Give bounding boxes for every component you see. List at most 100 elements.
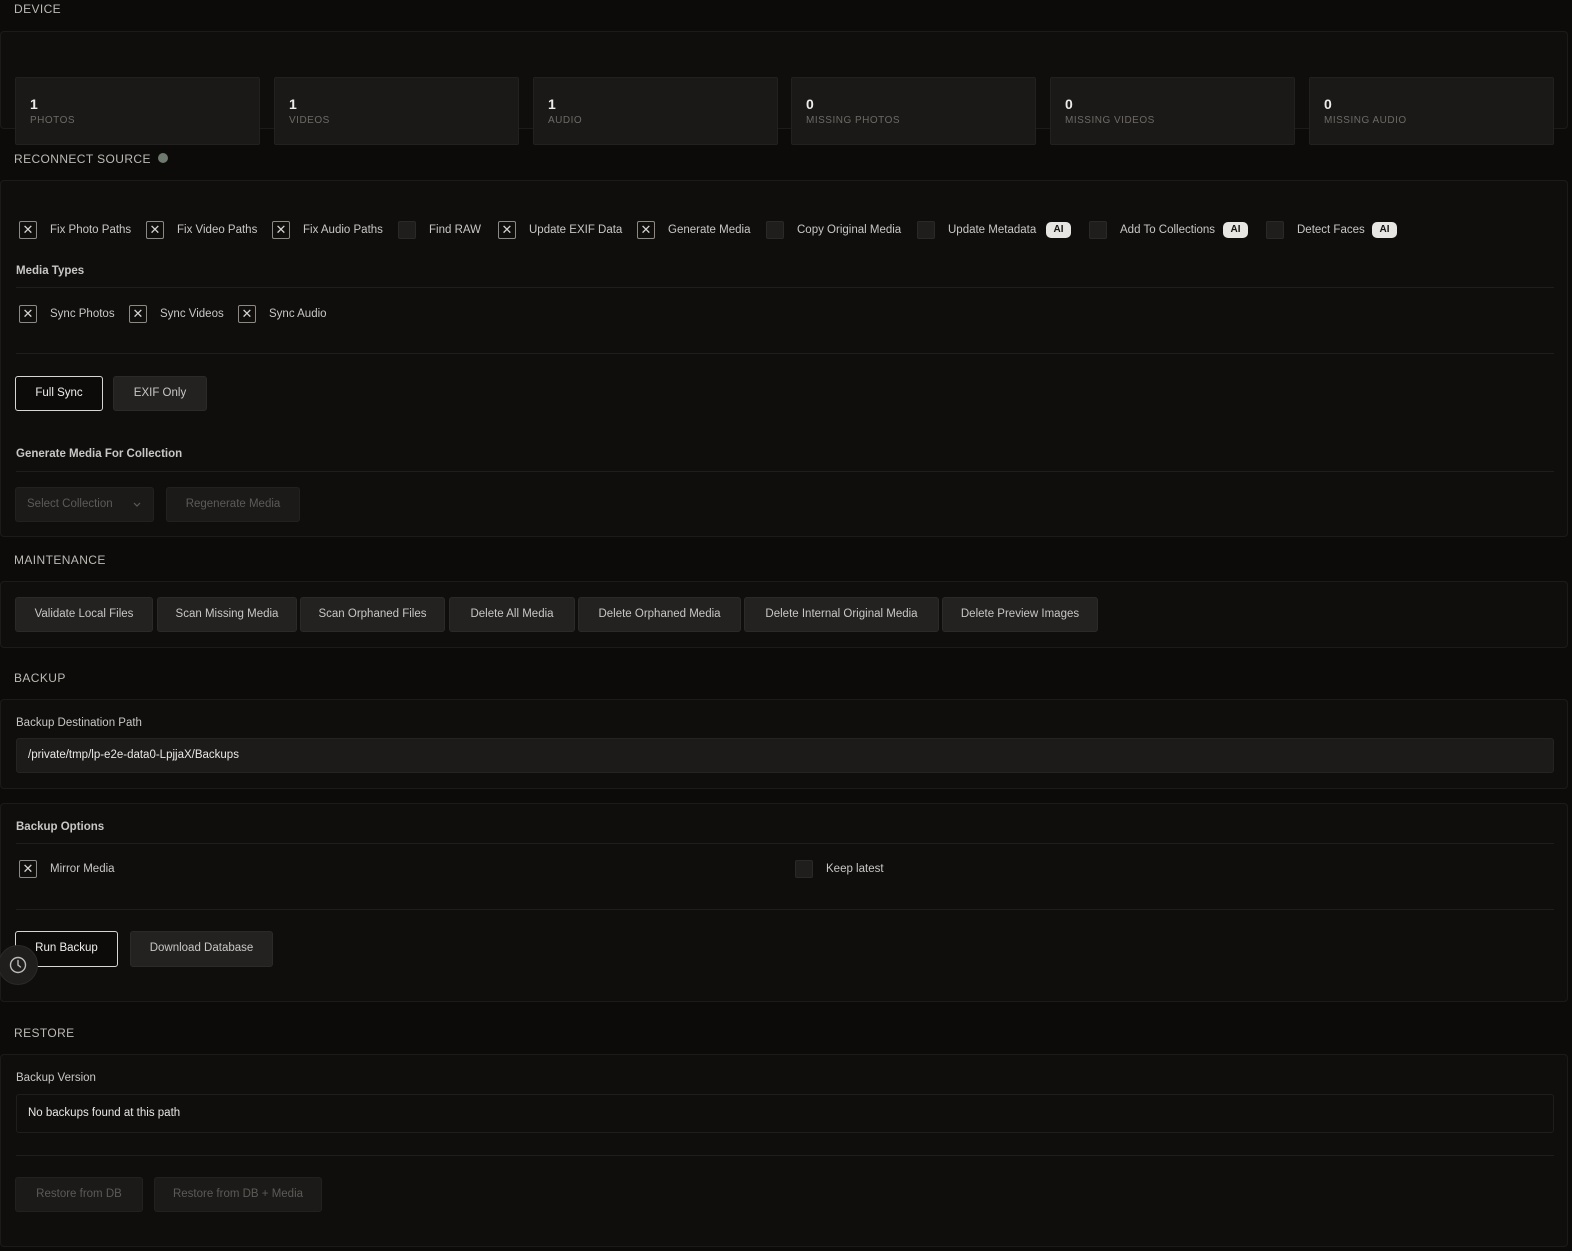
restore-panel: Backup Version No backups found at this … xyxy=(0,1054,1568,1247)
delete-internal-original-media-button[interactable]: Delete Internal Original Media xyxy=(744,597,939,632)
stat-value: 0 xyxy=(806,96,814,112)
mirror-media-checkbox[interactable]: ✕ xyxy=(19,860,37,878)
stat-value: 1 xyxy=(30,96,38,112)
keep-latest-checkbox[interactable] xyxy=(795,860,813,878)
restore-section-title: RESTORE xyxy=(14,1026,75,1040)
backup-version-select[interactable]: No backups found at this path xyxy=(16,1094,1554,1133)
backup-destination-label: Backup Destination Path xyxy=(16,717,142,729)
fix-audio-paths-label: Fix Audio Paths xyxy=(303,224,383,236)
stat-label: VIDEOS xyxy=(289,115,330,126)
status-dot-icon xyxy=(158,153,168,163)
mirror-media-label: Mirror Media xyxy=(50,863,115,875)
copy-original-media-label: Copy Original Media xyxy=(797,224,902,236)
x-mark-icon: ✕ xyxy=(22,222,34,237)
update-metadata-label: Update Metadata xyxy=(948,224,1037,236)
chevron-down-icon xyxy=(133,502,141,507)
download-database-button[interactable]: Download Database xyxy=(130,931,273,967)
fix-audio-paths-checkbox[interactable]: ✕ xyxy=(272,221,290,239)
keep-latest-label: Keep latest xyxy=(826,863,884,875)
stat-value: 0 xyxy=(1065,96,1073,112)
x-mark-icon: ✕ xyxy=(22,861,34,876)
divider xyxy=(16,1155,1554,1156)
update-exif-checkbox[interactable]: ✕ xyxy=(498,221,516,239)
sync-photos-checkbox[interactable]: ✕ xyxy=(19,305,37,323)
exif-only-button[interactable]: EXIF Only xyxy=(113,376,207,411)
detect-faces-checkbox[interactable] xyxy=(1266,221,1284,239)
device-section-title: DEVICE xyxy=(14,2,62,16)
stat-value: 0 xyxy=(1324,96,1332,112)
generate-media-title: Generate Media For Collection xyxy=(16,448,183,460)
detect-faces-label: Detect Faces xyxy=(1297,224,1365,236)
select-collection-placeholder: Select Collection xyxy=(27,498,113,510)
reconnect-section-title: RECONNECT SOURCE xyxy=(14,152,151,166)
ai-badge: AI xyxy=(1372,222,1397,238)
divider xyxy=(16,287,1554,288)
stat-audio: 1 AUDIO xyxy=(533,77,778,145)
regenerate-media-button[interactable]: Regenerate Media xyxy=(166,487,300,522)
x-mark-icon: ✕ xyxy=(132,306,144,321)
select-collection-dropdown[interactable]: Select Collection xyxy=(15,487,154,522)
scan-orphaned-files-button[interactable]: Scan Orphaned Files xyxy=(300,597,445,632)
update-metadata-checkbox[interactable] xyxy=(917,221,935,239)
x-mark-icon: ✕ xyxy=(275,222,287,237)
maintenance-panel: Validate Local Files Scan Missing Media … xyxy=(0,581,1568,648)
sync-audio-checkbox[interactable]: ✕ xyxy=(238,305,256,323)
stat-label: MISSING PHOTOS xyxy=(806,115,901,126)
clock-icon xyxy=(9,956,27,974)
stat-value: 1 xyxy=(548,96,556,112)
full-sync-button[interactable]: Full Sync xyxy=(15,376,103,411)
stat-videos: 1 VIDEOS xyxy=(274,77,519,145)
backup-version-label: Backup Version xyxy=(16,1072,96,1084)
divider xyxy=(16,909,1554,910)
sync-videos-label: Sync Videos xyxy=(160,308,224,320)
generate-media-checkbox[interactable]: ✕ xyxy=(637,221,655,239)
backup-section-title: BACKUP xyxy=(14,671,66,685)
backup-options-panel: Backup Options ✕ Mirror Media Keep lates… xyxy=(0,803,1568,1002)
stat-photos: 1 PHOTOS xyxy=(15,77,260,145)
restore-from-db-media-button[interactable]: Restore from DB + Media xyxy=(154,1177,322,1212)
add-to-collections-label: Add To Collections xyxy=(1120,224,1216,236)
backup-destination-panel: Backup Destination Path /private/tmp/lp-… xyxy=(0,699,1568,789)
x-mark-icon: ✕ xyxy=(640,222,652,237)
x-mark-icon: ✕ xyxy=(22,306,34,321)
divider xyxy=(16,471,1554,472)
stat-missing-audio: 0 MISSING AUDIO xyxy=(1309,77,1554,145)
divider xyxy=(16,843,1554,844)
delete-orphaned-media-button[interactable]: Delete Orphaned Media xyxy=(578,597,741,632)
fix-video-paths-checkbox[interactable]: ✕ xyxy=(146,221,164,239)
restore-from-db-button[interactable]: Restore from DB xyxy=(15,1177,143,1212)
stat-missing-videos: 0 MISSING VIDEOS xyxy=(1050,77,1295,145)
device-stats-panel: 1 PHOTOS 1 VIDEOS 1 AUDIO 0 MISSING PHOT… xyxy=(0,31,1568,145)
find-raw-checkbox[interactable] xyxy=(398,221,416,239)
find-raw-label: Find RAW xyxy=(429,224,481,236)
stat-label: MISSING VIDEOS xyxy=(1065,115,1155,126)
delete-preview-images-button[interactable]: Delete Preview Images xyxy=(942,597,1098,632)
x-mark-icon: ✕ xyxy=(241,306,253,321)
add-to-collections-checkbox[interactable] xyxy=(1089,221,1107,239)
backup-options-title: Backup Options xyxy=(16,821,105,833)
maintenance-section-title: MAINTENANCE xyxy=(14,553,106,567)
stat-label: MISSING AUDIO xyxy=(1324,115,1407,126)
x-mark-icon: ✕ xyxy=(149,222,161,237)
stat-missing-photos: 0 MISSING PHOTOS xyxy=(791,77,1036,145)
backup-destination-input[interactable]: /private/tmp/lp-e2e-data0-LpjjaX/Backups xyxy=(16,738,1554,773)
fix-video-paths-label: Fix Video Paths xyxy=(177,224,258,236)
generate-media-label: Generate Media xyxy=(668,224,751,236)
copy-original-media-checkbox[interactable] xyxy=(766,221,784,239)
delete-all-media-button[interactable]: Delete All Media xyxy=(449,597,575,632)
ai-badge: AI xyxy=(1223,222,1248,238)
stat-label: PHOTOS xyxy=(30,115,76,126)
sync-videos-checkbox[interactable]: ✕ xyxy=(129,305,147,323)
validate-local-files-button[interactable]: Validate Local Files xyxy=(15,597,153,632)
update-exif-label: Update EXIF Data xyxy=(529,224,623,236)
sync-photos-label: Sync Photos xyxy=(50,308,115,320)
scan-missing-media-button[interactable]: Scan Missing Media xyxy=(157,597,297,632)
stat-value: 1 xyxy=(289,96,297,112)
x-mark-icon: ✕ xyxy=(501,222,513,237)
fix-photo-paths-checkbox[interactable]: ✕ xyxy=(19,221,37,239)
media-types-title: Media Types xyxy=(16,265,85,277)
fix-photo-paths-label: Fix Photo Paths xyxy=(50,224,132,236)
reconnect-panel: ✕ Fix Photo Paths ✕ Fix Video Paths ✕ Fi… xyxy=(0,180,1568,537)
divider xyxy=(16,353,1554,354)
ai-badge: AI xyxy=(1046,222,1071,238)
